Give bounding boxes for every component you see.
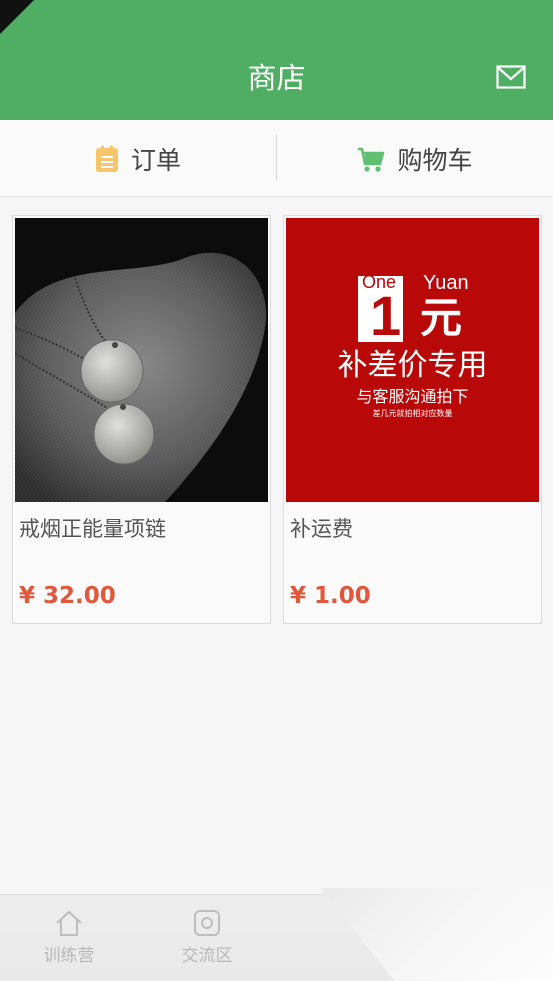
tab-orders[interactable]: 订单 [0, 120, 276, 197]
image-line-2: 与客服沟通拍下 [356, 387, 469, 406]
product-price: ¥ 32.00 [19, 583, 116, 609]
product-image-necklace [15, 218, 268, 502]
nav-item-label: 交流区 [181, 946, 233, 966]
nav-item-label: 训练营 [43, 946, 95, 966]
tab-cart[interactable]: 购物车 [277, 120, 553, 197]
top-tabs: 订单 购物车 [0, 120, 553, 197]
clipboard-icon [95, 145, 118, 172]
shopping-cart-icon [358, 147, 385, 172]
page-title: 商店 [247, 61, 306, 95]
image-line-3: 差几元就拍相对应数量 [372, 409, 453, 418]
product-card[interactable]: One 1 Yuan 元 补差价专用 与客服沟通拍下 差几元就拍相对应数量 补运… [283, 215, 542, 624]
nav-item-training[interactable]: 训练营 [29, 909, 109, 966]
product-name: 补运费 [290, 517, 353, 541]
nav-item-forum[interactable]: 交流区 [167, 909, 247, 966]
app-header: 商店 [0, 0, 553, 120]
mail-icon[interactable] [496, 64, 526, 90]
product-name: 戒烟正能量项链 [19, 517, 166, 541]
product-image-shipping: One 1 Yuan 元 补差价专用 与客服沟通拍下 差几元就拍相对应数量 [286, 218, 539, 502]
camera-icon [194, 910, 220, 936]
tab-orders-label: 订单 [130, 145, 181, 175]
corner-decoration [0, 0, 34, 34]
image-yuan-cn: 元 [420, 293, 463, 342]
image-one-digit: 1 [370, 284, 402, 347]
product-price: ¥ 1.00 [290, 583, 371, 609]
product-card[interactable]: 戒烟正能量项链 ¥ 32.00 [12, 215, 271, 624]
image-line-1: 补差价专用 [337, 348, 488, 383]
home-icon [56, 910, 82, 936]
tab-cart-label: 购物车 [397, 145, 473, 175]
